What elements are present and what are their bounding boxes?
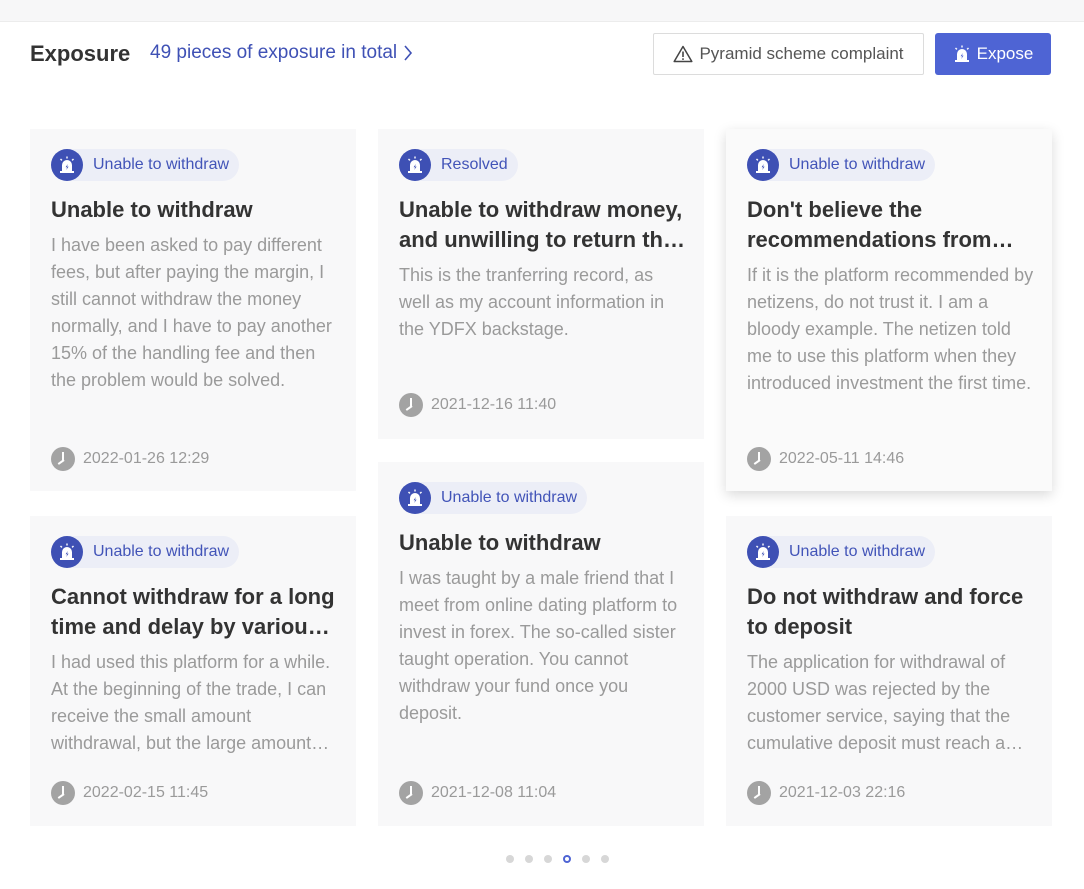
- exposure-card[interactable]: Unable to withdraw Don't believe the rec…: [726, 129, 1052, 491]
- status-badge: Unable to withdraw: [747, 536, 936, 568]
- alarm-siren-icon: [756, 543, 770, 560]
- pagination-dot[interactable]: [544, 855, 552, 863]
- status-badge: Unable to withdraw: [51, 149, 240, 181]
- card-description: I have been asked to pay different fees,…: [51, 235, 332, 390]
- card-time-text: 2021-12-03 22:16: [779, 784, 906, 801]
- card-timestamp: 2022-02-15 11:45: [51, 781, 208, 805]
- card-time-text: 2021-12-16 11:40: [431, 396, 557, 413]
- exposure-card[interactable]: Unable to withdraw Do not withdraw and f…: [726, 516, 1052, 826]
- status-badge-label: Unable to withdraw: [93, 156, 230, 173]
- section-title: Exposure: [30, 41, 131, 66]
- alarm-siren-icon: [408, 156, 422, 173]
- card-timestamp: 2022-05-11 14:46: [747, 447, 904, 471]
- card-timestamp: 2022-01-26 12:29: [51, 447, 209, 471]
- chevron-right-icon: [404, 45, 413, 61]
- alarm-siren-icon: [408, 489, 422, 506]
- pagination-dot[interactable]: [525, 855, 533, 863]
- status-badge-label: Unable to withdraw: [93, 543, 230, 560]
- pyramid-complaint-label: Pyramid scheme complaint: [699, 44, 904, 63]
- card-time-text: 2022-02-15 11:45: [83, 784, 209, 801]
- clock-icon: [51, 781, 75, 805]
- card-title: Unable to withdraw: [399, 530, 601, 555]
- status-badge-label: Unable to withdraw: [789, 543, 926, 560]
- pagination-dot[interactable]: [563, 855, 571, 863]
- warning-icon: [673, 45, 694, 63]
- status-badge-label: Unable to withdraw: [789, 156, 926, 173]
- pagination-dot[interactable]: [506, 855, 514, 863]
- clock-icon: [399, 781, 423, 805]
- pagination-dots: [506, 855, 609, 863]
- alarm-siren-icon: [756, 156, 770, 173]
- pyramid-complaint-button[interactable]: Pyramid scheme complaint: [653, 33, 924, 75]
- card-description: The application for withdrawal of 2000 U…: [747, 652, 1011, 753]
- card-timestamp: 2021-12-16 11:40: [399, 393, 556, 417]
- card-title: Cannot withdraw for a long time and dela…: [51, 584, 335, 639]
- card-time-text: 2022-05-11 14:46: [779, 450, 905, 467]
- card-description: This is the tranferring record, as well …: [399, 265, 665, 339]
- status-badge: Resolved: [399, 149, 518, 181]
- alarm-siren-icon: [60, 156, 74, 173]
- clock-icon: [747, 447, 771, 471]
- expose-label: Expose: [976, 44, 1034, 63]
- card-title: Don't believe the recommendations from n…: [747, 197, 992, 252]
- clock-icon: [399, 393, 423, 417]
- status-badge-label: Unable to withdraw: [441, 489, 578, 506]
- pagination-dot[interactable]: [601, 855, 609, 863]
- expose-button[interactable]: Expose: [935, 33, 1051, 75]
- status-badge: Unable to withdraw: [747, 149, 936, 181]
- exposure-card[interactable]: Unable to withdraw Cannot withdraw for a…: [30, 516, 356, 826]
- alarm-siren-icon: [954, 45, 969, 62]
- clock-icon: [747, 781, 771, 805]
- card-timestamp: 2021-12-03 22:16: [747, 781, 905, 805]
- card-time-text: 2022-01-26 12:29: [83, 450, 210, 467]
- exposure-count-link[interactable]: 49 pieces of exposure in total: [150, 42, 413, 64]
- alarm-siren-icon: [60, 543, 74, 560]
- status-badge-label: Resolved: [441, 156, 508, 173]
- card-time-text: 2021-12-08 11:04: [431, 784, 557, 801]
- card-description: If it is the platform recommended by net…: [747, 265, 1034, 393]
- exposure-card[interactable]: Unable to withdraw Unable to withdraw I …: [30, 129, 356, 491]
- pagination-dot[interactable]: [582, 855, 590, 863]
- status-badge: Unable to withdraw: [51, 536, 240, 568]
- card-description: I had used this platform for a while. At…: [51, 652, 331, 753]
- card-title: Do not withdraw and force to deposit: [747, 584, 1024, 639]
- exposure-count-label: 49 pieces of exposure in total: [150, 42, 398, 63]
- card-title: Unable to withdraw: [51, 197, 253, 222]
- card-timestamp: 2021-12-08 11:04: [399, 781, 556, 805]
- exposure-card[interactable]: Unable to withdraw Unable to withdraw I …: [378, 462, 704, 826]
- exposure-card[interactable]: Resolved Unable to withdraw money, and u…: [378, 129, 704, 439]
- status-badge: Unable to withdraw: [399, 482, 588, 514]
- clock-icon: [51, 447, 75, 471]
- card-description: I was taught by a male friend that I mee…: [399, 568, 678, 723]
- card-title: Unable to withdraw money, and unwilling …: [399, 197, 683, 252]
